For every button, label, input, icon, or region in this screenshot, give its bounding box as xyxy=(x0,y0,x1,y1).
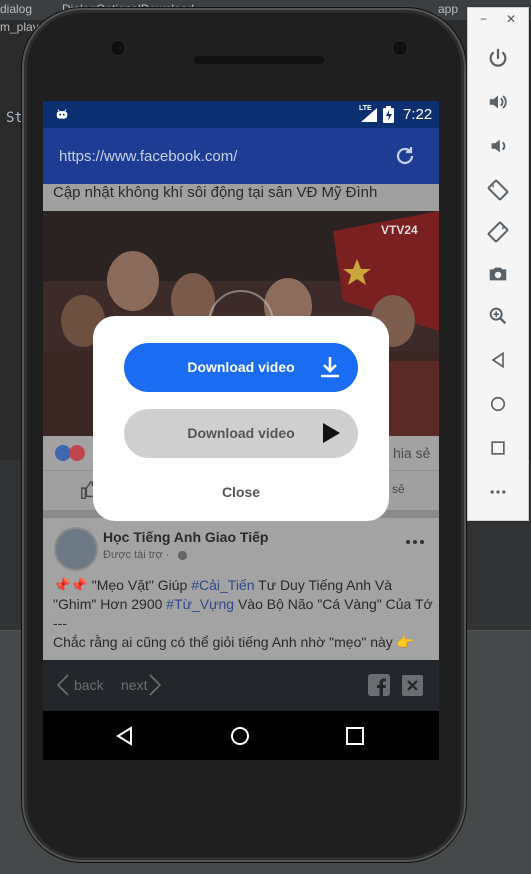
nav-back-icon[interactable] xyxy=(115,726,135,746)
post-text-line2: "Ghim" Hơn 2900 xyxy=(53,596,167,612)
refresh-icon[interactable] xyxy=(393,144,417,168)
rotate-right-button[interactable] xyxy=(482,216,514,248)
share-label[interactable]: sẻ xyxy=(392,482,405,496)
love-reaction-icon xyxy=(69,445,85,461)
back-link[interactable]: back xyxy=(74,677,104,693)
emulator-toolbar: − ✕ xyxy=(467,7,529,521)
home-circle-icon xyxy=(490,396,506,412)
clock: 7:22 xyxy=(403,106,433,123)
hashtag-link[interactable]: #Từ_Vựng xyxy=(166,596,234,612)
post-menu-icon[interactable] xyxy=(405,538,425,546)
camera-icon xyxy=(489,267,507,281)
hashtag-link[interactable]: #Cải_Tiến xyxy=(191,577,254,593)
download-play-video-button[interactable]: Download video xyxy=(124,409,358,458)
video-watermark: VTV24 xyxy=(381,223,418,237)
pin-icon: 📌📌 xyxy=(53,577,88,593)
url-text[interactable]: https://www.facebook.com/ xyxy=(59,148,237,165)
ide-tab-app[interactable]: app xyxy=(438,0,458,20)
post-text-line3: --- xyxy=(53,615,67,631)
screenshot-button[interactable] xyxy=(482,258,514,290)
more-button[interactable] xyxy=(482,476,514,508)
rotate-right-icon xyxy=(487,221,509,243)
back-triangle-icon xyxy=(491,351,504,369)
download-dialog: Download video Download video Close xyxy=(93,316,389,521)
download-video-button[interactable]: Download video xyxy=(124,343,358,392)
author-avatar[interactable] xyxy=(54,527,98,571)
rotate-left-button[interactable] xyxy=(482,174,514,206)
power-icon xyxy=(489,48,507,67)
volume-down-button[interactable] xyxy=(482,130,514,162)
ide-code-text: St xyxy=(6,110,23,126)
post-text-line4: Chắc rằng ai cũng có thể giỏi tiếng Anh … xyxy=(53,634,393,650)
nav-home-icon[interactable] xyxy=(230,726,250,746)
web-navigation-bar: back next xyxy=(43,660,439,711)
download-icon xyxy=(321,357,339,378)
phone-speaker xyxy=(194,56,324,64)
battery-icon xyxy=(383,106,394,123)
ide-tab-dialog[interactable]: dialog xyxy=(0,0,32,20)
sponsored-label: Được tài trợ · xyxy=(103,549,170,561)
phone-camera xyxy=(392,40,408,56)
signal-icon xyxy=(361,108,377,122)
volume-up-button[interactable] xyxy=(482,86,514,118)
status-bar: LTE 7:22 xyxy=(43,101,439,128)
post-text-line1-end: Tư Duy Tiếng Anh Và xyxy=(254,577,393,593)
overview-button[interactable] xyxy=(482,432,514,464)
post-text-line1: "Mẹo Vặt" Giúp xyxy=(91,577,192,593)
android-icon xyxy=(56,109,68,119)
chevron-right-icon[interactable] xyxy=(149,674,161,696)
system-navigation-bar xyxy=(43,711,439,760)
sponsored-post: Học Tiếng Anh Giao Tiếp Được tài trợ · 📌… xyxy=(43,518,439,660)
facebook-icon[interactable] xyxy=(368,674,390,696)
share-count-text: hia sẻ xyxy=(393,445,431,461)
home-button[interactable] xyxy=(482,388,514,420)
post-title: Cập nhật không khí sôi động tại sân VĐ M… xyxy=(53,184,378,201)
close-button[interactable]: Close xyxy=(93,484,389,500)
author-name[interactable]: Học Tiếng Anh Giao Tiếp xyxy=(103,529,268,545)
zoom-button[interactable] xyxy=(482,300,514,332)
minimize-button[interactable]: − xyxy=(480,12,487,26)
close-page-icon[interactable] xyxy=(402,675,423,696)
play-icon xyxy=(323,423,340,443)
post-text-line2-end: Vào Bộ Não "Cá Vàng" Của Tớ xyxy=(234,596,433,612)
url-bar: https://www.facebook.com/ xyxy=(43,128,439,184)
post-text: 📌📌 "Mẹo Vặt" Giúp #Cải_Tiến Tư Duy Tiếng… xyxy=(53,576,437,652)
globe-icon xyxy=(177,550,188,561)
phone-sensor xyxy=(110,40,126,56)
chevron-left-icon[interactable] xyxy=(57,674,69,696)
next-link[interactable]: next xyxy=(121,677,147,693)
volume-down-icon xyxy=(491,139,506,153)
pointing-hand-icon: 👉 xyxy=(396,634,415,650)
volume-up-icon xyxy=(489,95,507,109)
close-window-button[interactable]: ✕ xyxy=(506,12,516,26)
back-button[interactable] xyxy=(482,344,514,376)
overview-square-icon xyxy=(491,441,505,455)
more-icon xyxy=(490,490,506,494)
rotate-left-icon xyxy=(487,179,509,201)
nav-overview-icon[interactable] xyxy=(346,727,364,745)
zoom-icon xyxy=(489,307,507,325)
device-screen: LTE 7:22 https://www.facebook.com/ Cập n… xyxy=(43,101,439,760)
power-button[interactable] xyxy=(482,42,514,74)
